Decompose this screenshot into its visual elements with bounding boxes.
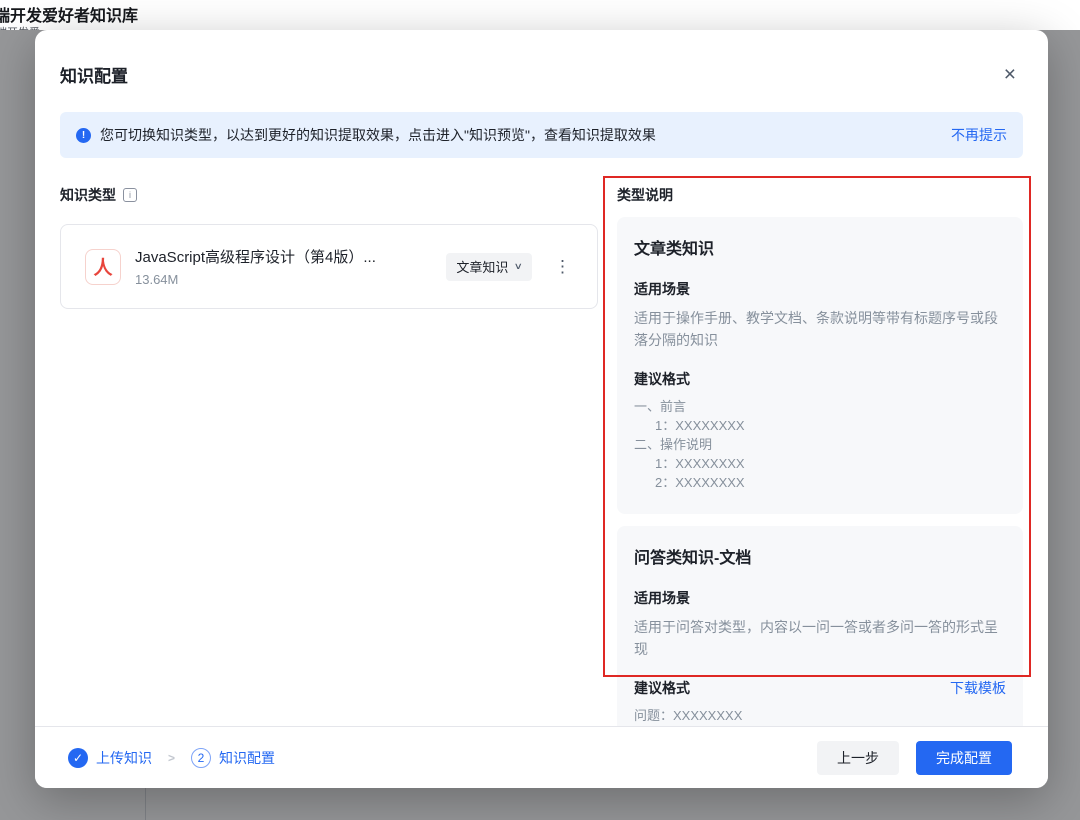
scenario-text: 适用于操作手册、教学文档、条款说明等带有标题序号或段落分隔的知识	[634, 310, 998, 348]
knowledge-type-label-row: 知识类型 i	[60, 187, 598, 203]
scenario-text: 适用于问答对类型，内容以一问一答或者多问一答的形式呈现	[634, 619, 998, 657]
download-template-link[interactable]: 下载模板	[950, 678, 1006, 698]
format-label: 建议格式	[634, 680, 690, 696]
type-card-title: 文章类知识	[634, 241, 715, 258]
format-label-row: 建议格式 下载模板	[634, 680, 1006, 696]
format-line: 1：XXXXXXXX	[655, 456, 745, 471]
format-line: 1：XXXXXXXX	[655, 418, 745, 433]
background-page-title: 端开发爱好者知识库	[0, 8, 139, 25]
step2-number-badge: 2	[191, 747, 212, 768]
dialog-body: 知识类型 i 人 JavaScript高级程序设计（第4版）... 13.64M…	[35, 158, 1048, 726]
file-name: JavaScript高级程序设计（第4版）...	[135, 249, 376, 266]
dismiss-link[interactable]: 不再提示	[951, 125, 1007, 145]
format-line: 二、操作说明	[634, 437, 713, 452]
type-description-label: 类型说明	[617, 187, 673, 203]
background-page-header: 端开发爱好者知识库 端开发爱	[0, 0, 1080, 30]
info-circle-icon: !	[76, 127, 91, 143]
dialog-footer: ✓ 上传知识 > 2 知识配置 上一步 完成配置	[35, 726, 1048, 788]
type-description-column: 类型说明 文章类知识 适用场景 适用于操作手册、教学文档、条款说明等带有标题序号…	[617, 158, 1023, 726]
close-button[interactable]: ×	[1000, 60, 1020, 89]
format-example: 问题：XXXXXXXX 相似问：XXXXXXXX 答案：XXXXXXXX	[634, 706, 1006, 726]
type-description-label-row: 类型说明	[617, 187, 1023, 203]
knowledge-type-column: 知识类型 i 人 JavaScript高级程序设计（第4版）... 13.64M…	[60, 158, 598, 726]
file-meta: JavaScript高级程序设计（第4版）... 13.64M	[135, 246, 376, 287]
type-card-article: 文章类知识 适用场景 适用于操作手册、教学文档、条款说明等带有标题序号或段落分隔…	[617, 217, 1023, 514]
info-icon[interactable]: i	[123, 188, 137, 202]
step2-label: 知识配置	[219, 749, 276, 766]
dialog-header: 知识配置 ×	[35, 30, 1048, 112]
knowledge-config-dialog: 知识配置 × ! 您可切换知识类型，以达到更好的知识提取效果，点击进入"知识预览…	[35, 30, 1048, 788]
close-icon: ×	[1003, 62, 1016, 86]
background-page-subtitle: 端开发爱	[0, 24, 40, 30]
info-banner: ! 您可切换知识类型，以达到更好的知识提取效果，点击进入"知识预览"，查看知识提…	[60, 112, 1023, 158]
scenario-label: 适用场景	[634, 281, 690, 297]
more-options-button[interactable]: ⋮	[550, 256, 575, 277]
knowledge-type-value: 文章知识	[456, 260, 509, 275]
info-banner-text: 您可切换知识类型，以达到更好的知识提取效果，点击进入"知识预览"，查看知识提取效…	[100, 127, 656, 143]
type-card-qa: 问答类知识-文档 适用场景 适用于问答对类型，内容以一问一答或者多问一答的形式呈…	[617, 526, 1023, 726]
previous-step-button[interactable]: 上一步	[817, 740, 899, 775]
format-label-row: 建议格式	[634, 371, 1006, 387]
format-line: 2：XXXXXXXX	[655, 475, 745, 490]
format-line: 一、前言	[634, 399, 687, 414]
step1-check-icon: ✓	[68, 747, 88, 768]
format-example: 一、前言 1：XXXXXXXX 二、操作说明 1：XXXXXXXX 2：XXXX…	[634, 397, 1006, 492]
scenario-label: 适用场景	[634, 590, 690, 606]
step-separator-icon: >	[168, 750, 176, 765]
file-size: 13.64M	[135, 272, 179, 287]
knowledge-type-select[interactable]: 文章知识 ∨	[446, 252, 532, 281]
finish-config-button[interactable]: 完成配置	[916, 740, 1012, 775]
knowledge-type-label: 知识类型	[60, 187, 116, 203]
format-label: 建议格式	[634, 371, 690, 387]
pdf-file-icon: 人	[85, 248, 121, 285]
chevron-down-icon: ∨	[514, 261, 524, 271]
type-card-title: 问答类知识-文档	[634, 550, 752, 567]
dialog-title: 知识配置	[60, 66, 128, 86]
file-item: 人 JavaScript高级程序设计（第4版）... 13.64M 文章知识 ∨…	[60, 224, 598, 309]
format-line: 问题：XXXXXXXX	[634, 708, 743, 723]
step1-label: 上传知识	[96, 749, 152, 766]
kebab-icon: ⋮	[554, 257, 571, 276]
